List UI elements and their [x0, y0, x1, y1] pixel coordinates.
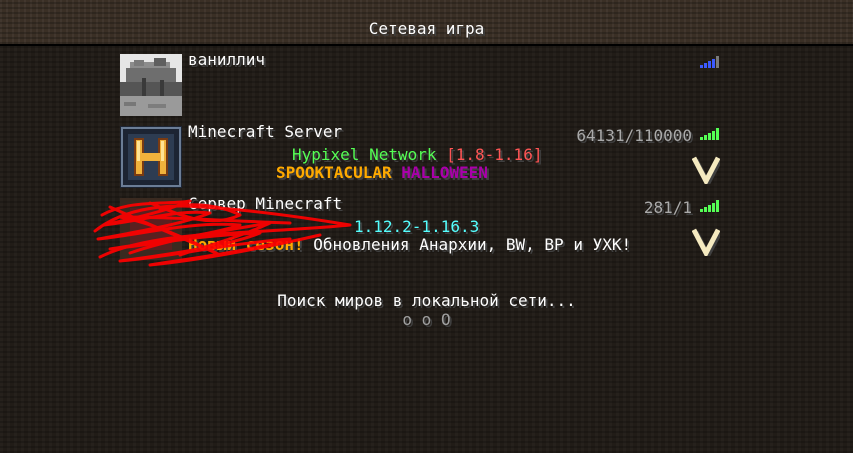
ping-signal-icon [700, 128, 720, 140]
ping-pending-icon [700, 56, 720, 68]
join-chevron-icon[interactable] [691, 228, 723, 261]
lan-scan-text: Поиск миров в локальной сети... [277, 291, 576, 310]
motd-line-1: Hypixel Network [1.8-1.16] [292, 146, 542, 164]
player-count: 281/1 [643, 198, 692, 217]
motd-segment: SPOOKTACULAR [276, 163, 402, 182]
header-bar: Сетевая игра [0, 0, 853, 46]
server-icon-landscape [120, 54, 182, 116]
motd-segment: Hypixel Network [292, 145, 447, 164]
server-entry[interactable]: Minecraft Server 64131/110000 Hypixel Ne… [118, 122, 723, 190]
motd-segment: [1.8-1.16] [446, 145, 543, 164]
motd-line-1: 1.12.2-1.16.3 [354, 218, 479, 236]
server-name: Minecraft Server [188, 122, 343, 141]
server-name: ваниллич [188, 50, 266, 69]
screen-title: Сетевая игра [368, 19, 485, 38]
motd-line-2: SPOOKTACULAR HALLOWEEN [276, 164, 488, 182]
player-count: 64131/110000 [576, 126, 692, 145]
motd-segment: Обновления Анархии, BW, BP и УХК! [313, 235, 632, 254]
join-chevron-icon[interactable] [691, 156, 723, 189]
motd-segment: 1.12.2-1.16.3 [354, 217, 480, 236]
redaction-scribble [93, 199, 352, 267]
lan-scan-dots: o o O [402, 310, 451, 329]
ping-signal-icon [700, 200, 720, 212]
server-icon-hypixel [120, 126, 182, 188]
server-entry[interactable]: ваниллич [118, 50, 722, 118]
motd-segment: HALLOWEEN [401, 163, 488, 182]
